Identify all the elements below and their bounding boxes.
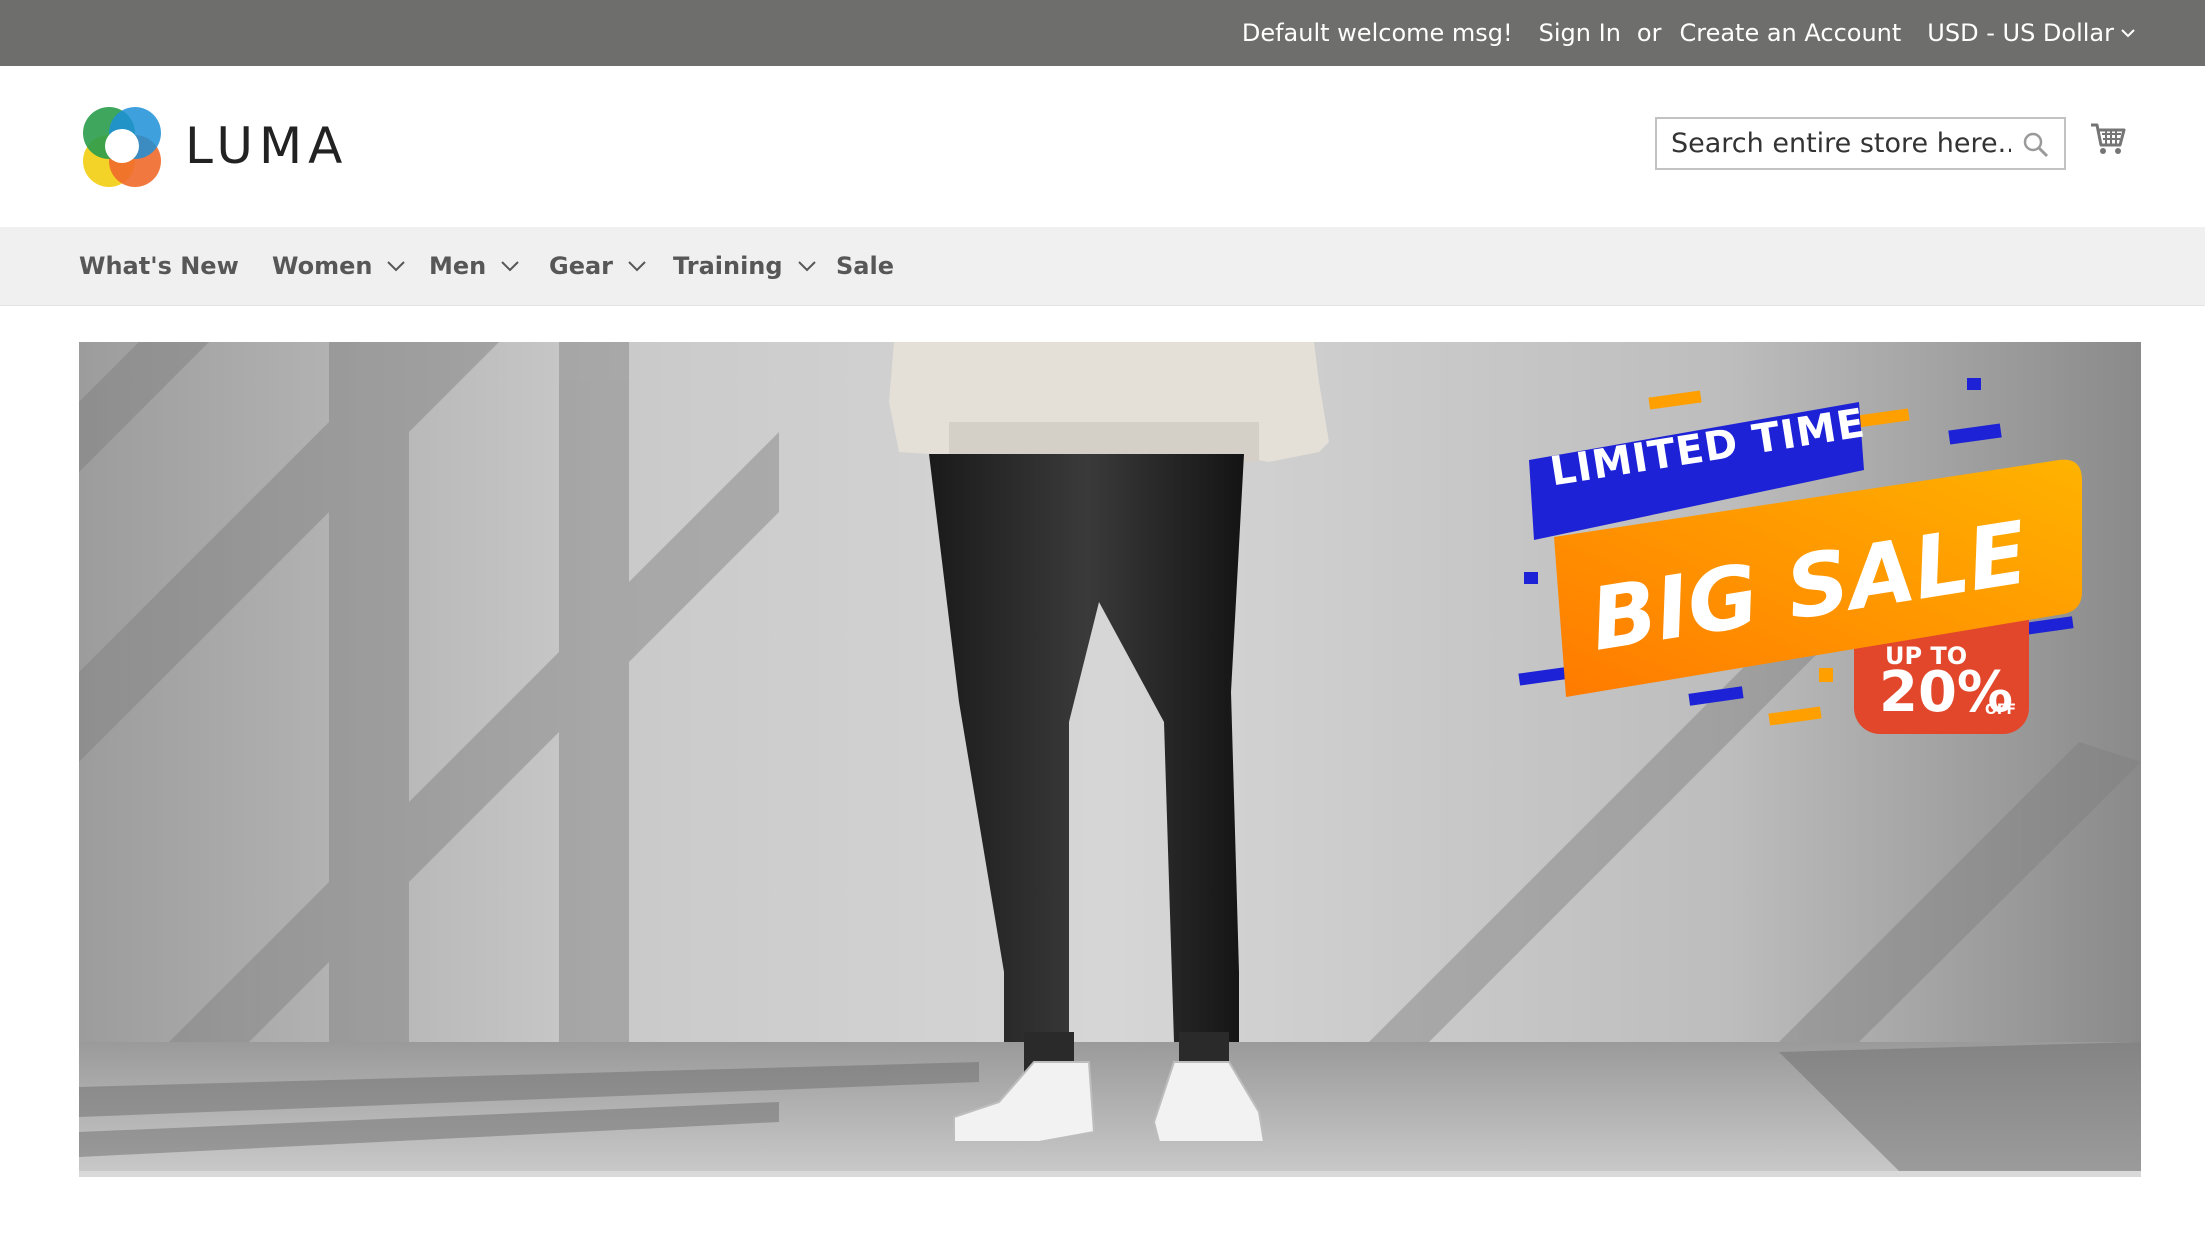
search-icon[interactable] — [2022, 131, 2050, 159]
top-bar: Default welcome msg! Sign In or Create a… — [0, 0, 2205, 66]
nav-item-gear[interactable]: Gear — [549, 227, 647, 305]
nav-item-whats-new[interactable]: What's New — [79, 227, 239, 305]
nav-item-label: Women — [272, 252, 373, 280]
nav-item-sale[interactable]: Sale — [836, 227, 894, 305]
create-account-link[interactable]: Create an Account — [1679, 19, 1901, 47]
currency-switcher[interactable]: USD - US Dollar — [1927, 19, 2136, 47]
nav-item-training[interactable]: Training — [673, 227, 817, 305]
nav-item-label: Gear — [549, 252, 614, 280]
hero-banner[interactable]: LIMITED TIME BIG SALE UP TO 20% OFF — [79, 342, 2141, 1171]
store-logo[interactable]: LUMA — [79, 103, 348, 189]
badge-off: OFF — [1985, 702, 2017, 718]
chevron-down-icon — [387, 261, 406, 272]
hero-divider — [79, 1171, 2141, 1177]
nav-item-label: Men — [429, 252, 487, 280]
hero-image — [79, 342, 2141, 1171]
chevron-down-icon — [628, 261, 646, 272]
or-separator: or — [1636, 19, 1662, 47]
nav-item-label: What's New — [79, 252, 239, 280]
nav-item-label: Training — [673, 252, 783, 280]
logo-text: LUMA — [185, 117, 349, 175]
nav-item-women[interactable]: Women — [272, 227, 406, 305]
search-box[interactable] — [1655, 117, 2066, 170]
top-links: Default welcome msg! Sign In or Create a… — [1242, 0, 2136, 66]
sign-in-link[interactable]: Sign In — [1539, 19, 1621, 47]
nav-item-label: Sale — [836, 252, 894, 280]
search-input[interactable] — [1657, 119, 2011, 168]
chevron-down-icon — [501, 261, 519, 272]
cart-icon[interactable] — [2090, 121, 2126, 157]
chevron-down-icon — [2121, 29, 2135, 38]
main-navigation: What's New Women Men Gear Training Sale — [0, 227, 2205, 306]
nav-item-men[interactable]: Men — [429, 227, 520, 305]
luma-logo-icon — [83, 107, 161, 187]
welcome-message: Default welcome msg! — [1241, 19, 1513, 47]
currency-label: USD - US Dollar — [1927, 19, 2114, 47]
chevron-down-icon — [797, 261, 816, 272]
